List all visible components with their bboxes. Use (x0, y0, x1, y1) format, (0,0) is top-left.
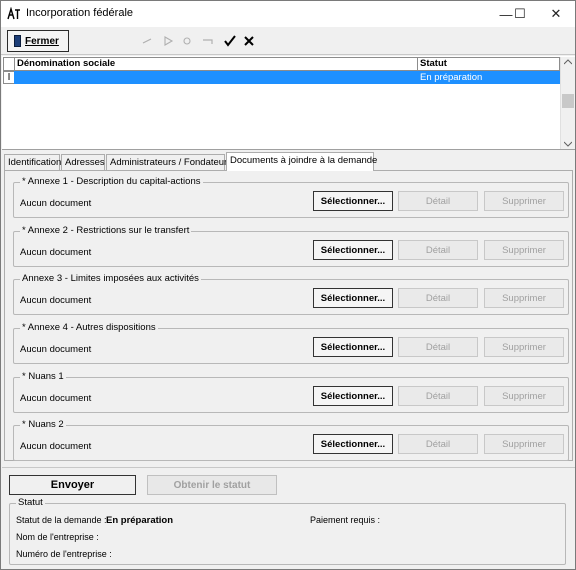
checkmark-icon[interactable] (224, 35, 236, 47)
document-group-nuans-2: * Nuans 2 Aucun document Sélectionner...… (13, 419, 569, 461)
delete-button[interactable]: Supprimer (484, 386, 564, 406)
scroll-thumb[interactable] (562, 94, 574, 108)
prev-icon[interactable] (164, 36, 174, 46)
scroll-up-icon[interactable] (564, 59, 572, 65)
document-group-nuans-1: * Nuans 1 Aucun document Sélectionner...… (13, 371, 569, 413)
tab-bar: Identification Adresses Administrateurs … (1, 152, 575, 171)
application-window: Incorporation fédérale — ☐ ✕ Fermer Déno… (0, 0, 576, 570)
column-header-name[interactable]: Dénomination sociale (14, 57, 418, 71)
detail-button[interactable]: Détail (398, 191, 478, 211)
detail-button[interactable]: Détail (398, 434, 478, 454)
detail-button[interactable]: Détail (398, 337, 478, 357)
tab-documents[interactable]: Documents à joindre à la demande (226, 152, 377, 171)
document-label: Annexe 3 - Limites imposées aux activité… (20, 273, 201, 284)
select-button[interactable]: Sélectionner... (313, 434, 393, 454)
close-window-button[interactable]: ✕ (539, 1, 573, 27)
document-label: * Annexe 1 - Description du capital-acti… (20, 176, 203, 187)
row-status-cell[interactable]: En préparation (418, 71, 482, 84)
payment-label: Paiement requis : (310, 515, 381, 525)
tab-adresses[interactable]: Adresses (61, 154, 105, 170)
document-status: Aucun document (20, 441, 92, 452)
select-button[interactable]: Sélectionner... (313, 337, 393, 357)
scroll-down-icon[interactable] (564, 141, 572, 147)
close-button-label: Fermer (25, 35, 59, 47)
navigation-icons (142, 36, 213, 46)
column-header-status[interactable]: Statut (417, 57, 560, 71)
validation-icons (224, 35, 254, 47)
company-name-label: Nom de l'entreprise : (16, 532, 99, 542)
detail-button[interactable]: Détail (398, 240, 478, 260)
get-status-button[interactable]: Obtenir le statut (147, 475, 277, 495)
door-icon (14, 35, 21, 47)
delete-button[interactable]: Supprimer (484, 434, 564, 454)
company-number-label: Numéro de l'entreprise : (16, 549, 112, 559)
delete-button[interactable]: Supprimer (484, 337, 564, 357)
maximize-icon: ☐ (514, 6, 526, 21)
last-icon[interactable] (203, 39, 213, 44)
grid-scrollbar[interactable] (560, 57, 575, 149)
request-status-label: Statut de la demande : (16, 515, 107, 525)
tab-administrateurs[interactable]: Administrateurs / Fondateurs (106, 154, 232, 170)
tab-identification[interactable]: Identification (4, 154, 61, 170)
select-button[interactable]: Sélectionner... (313, 240, 393, 260)
document-status: Aucun document (20, 247, 92, 258)
status-group-legend: Statut (16, 497, 45, 508)
send-button[interactable]: Envoyer (9, 475, 136, 495)
document-group-annexe-2: * Annexe 2 - Restrictions sur le transfe… (13, 225, 569, 267)
document-label: * Annexe 2 - Restrictions sur le transfe… (20, 225, 192, 236)
delete-button[interactable]: Supprimer (484, 191, 564, 211)
close-button[interactable]: Fermer (7, 30, 69, 52)
records-grid: Dénomination sociale Statut I En prépara… (2, 56, 575, 150)
maximize-button[interactable]: ☐ (503, 1, 537, 27)
document-label: * Nuans 1 (20, 371, 66, 382)
toolbar: Fermer (1, 27, 575, 55)
app-icon (7, 7, 21, 21)
title-bar: Incorporation fédérale — ☐ ✕ (1, 1, 575, 27)
document-group-annexe-1: * Annexe 1 - Description du capital-acti… (13, 176, 569, 218)
status-group: Statut Statut de la demande : En prépara… (9, 497, 566, 565)
documents-panel: * Annexe 1 - Description du capital-acti… (4, 170, 573, 461)
document-status: Aucun document (20, 393, 92, 404)
divider (2, 467, 575, 468)
cross-icon[interactable] (244, 36, 254, 46)
document-status: Aucun document (20, 198, 92, 209)
document-label: * Nuans 2 (20, 419, 66, 430)
close-icon: ✕ (550, 6, 562, 21)
select-button[interactable]: Sélectionner... (313, 288, 393, 308)
delete-button[interactable]: Supprimer (484, 288, 564, 308)
document-status: Aucun document (20, 295, 92, 306)
select-button[interactable]: Sélectionner... (313, 386, 393, 406)
first-icon[interactable] (142, 38, 152, 44)
document-status: Aucun document (20, 344, 92, 355)
detail-button[interactable]: Détail (398, 386, 478, 406)
window-title: Incorporation fédérale (26, 7, 134, 19)
document-group-annexe-4: * Annexe 4 - Autres dispositions Aucun d… (13, 322, 569, 364)
delete-button[interactable]: Supprimer (484, 240, 564, 260)
request-status-value: En préparation (106, 515, 174, 526)
detail-button[interactable]: Détail (398, 288, 478, 308)
document-label: * Annexe 4 - Autres dispositions (20, 322, 158, 333)
next-icon[interactable] (183, 37, 191, 45)
select-button[interactable]: Sélectionner... (313, 191, 393, 211)
document-group-annexe-3: Annexe 3 - Limites imposées aux activité… (13, 273, 569, 315)
